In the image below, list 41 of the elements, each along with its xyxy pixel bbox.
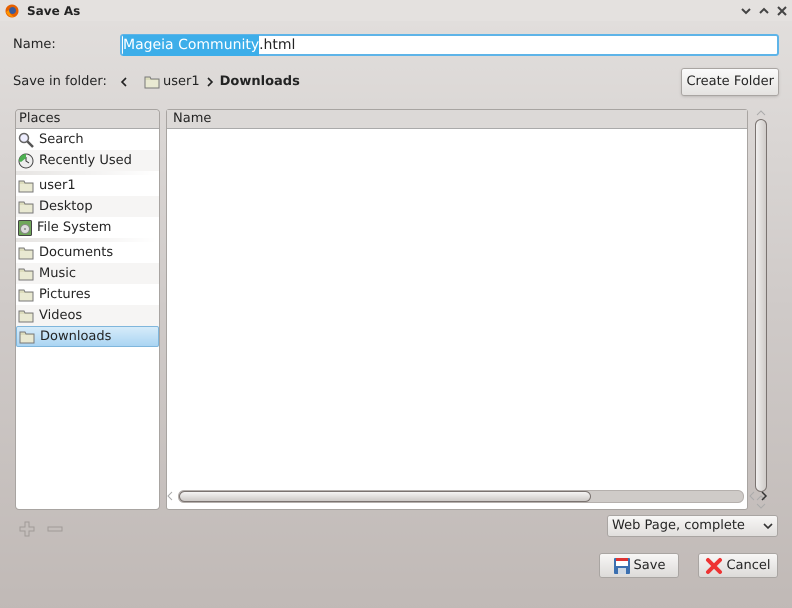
cancel-button[interactable]: Cancel (698, 553, 778, 578)
create-folder-button[interactable]: Create Folder (681, 68, 779, 96)
name-field[interactable]: Mageia Community.html (120, 34, 779, 56)
folder-icon (18, 308, 34, 322)
folder-icon (18, 288, 34, 302)
window-title: Save As (27, 2, 80, 20)
drive-icon (18, 220, 32, 236)
maximize-icon[interactable] (759, 6, 769, 14)
column-header[interactable]: Name (167, 110, 747, 129)
save-button[interactable]: Save (599, 553, 679, 578)
cancel-icon (705, 556, 724, 574)
place-item[interactable]: Music (16, 263, 159, 284)
chevron-down-icon (763, 522, 773, 530)
back-icon[interactable] (120, 77, 128, 87)
path-button[interactable]: user1 (144, 72, 200, 92)
horizontal-scrollbar[interactable] (179, 490, 591, 502)
scroll-left-icon[interactable] (166, 491, 174, 501)
path-button[interactable]: Downloads (220, 72, 300, 92)
scroll-right-icon[interactable] (760, 491, 768, 501)
folder-icon (18, 200, 34, 214)
folder-icon (19, 330, 35, 344)
file-type-dropdown[interactable]: Web Page, complete (607, 515, 778, 537)
place-item[interactable]: Recently Used (16, 150, 159, 171)
chevron-right-icon (206, 77, 214, 87)
folder-label: Save in folder: (13, 73, 108, 92)
folder-icon (18, 246, 34, 260)
search-icon (18, 132, 34, 148)
places-header[interactable]: Places (16, 110, 159, 129)
minimize-icon[interactable] (741, 6, 751, 14)
scroll-up-icon[interactable] (756, 494, 766, 502)
vertical-scrollbar[interactable] (755, 119, 767, 492)
close-icon[interactable] (777, 6, 787, 16)
place-item[interactable]: Downloads (16, 326, 159, 347)
folder-icon (18, 266, 34, 280)
place-item[interactable]: Desktop (16, 196, 159, 217)
folder-icon (144, 75, 160, 89)
place-item[interactable]: Videos (16, 305, 159, 326)
folder-icon (18, 178, 34, 192)
clock-icon (18, 152, 34, 168)
browser-logo-icon (5, 4, 19, 18)
name-label: Name: (13, 36, 57, 54)
